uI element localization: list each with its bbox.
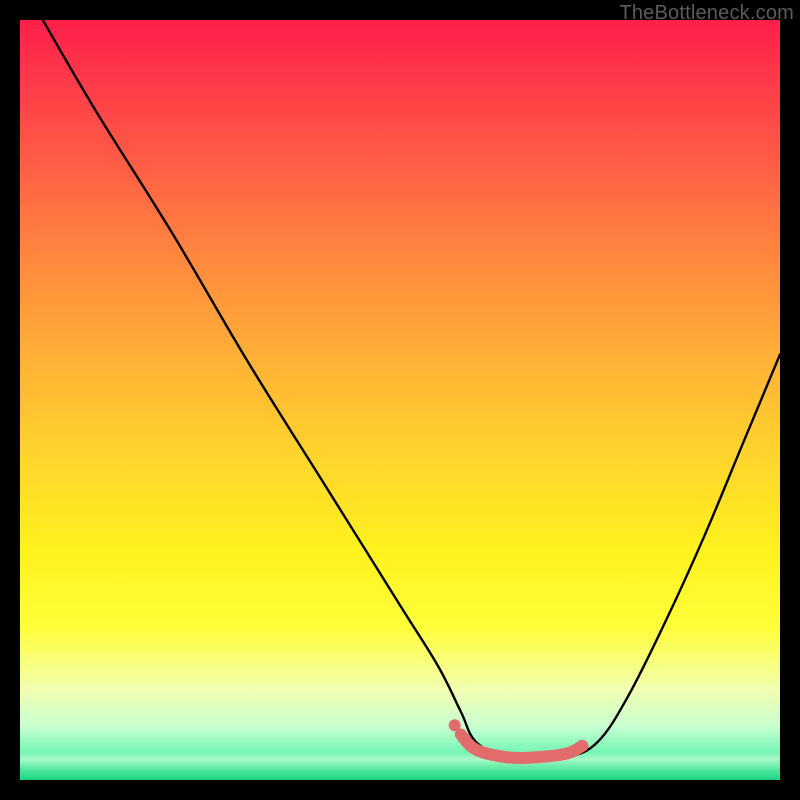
plot-area (20, 20, 780, 780)
attribution-text: TheBottleneck.com (619, 2, 794, 25)
optimal-point-dot (449, 719, 461, 731)
optimal-range-highlight (461, 734, 583, 758)
chart-frame (20, 20, 780, 780)
bottleneck-curve-line (43, 20, 780, 758)
bottleneck-curve-svg (20, 20, 780, 780)
